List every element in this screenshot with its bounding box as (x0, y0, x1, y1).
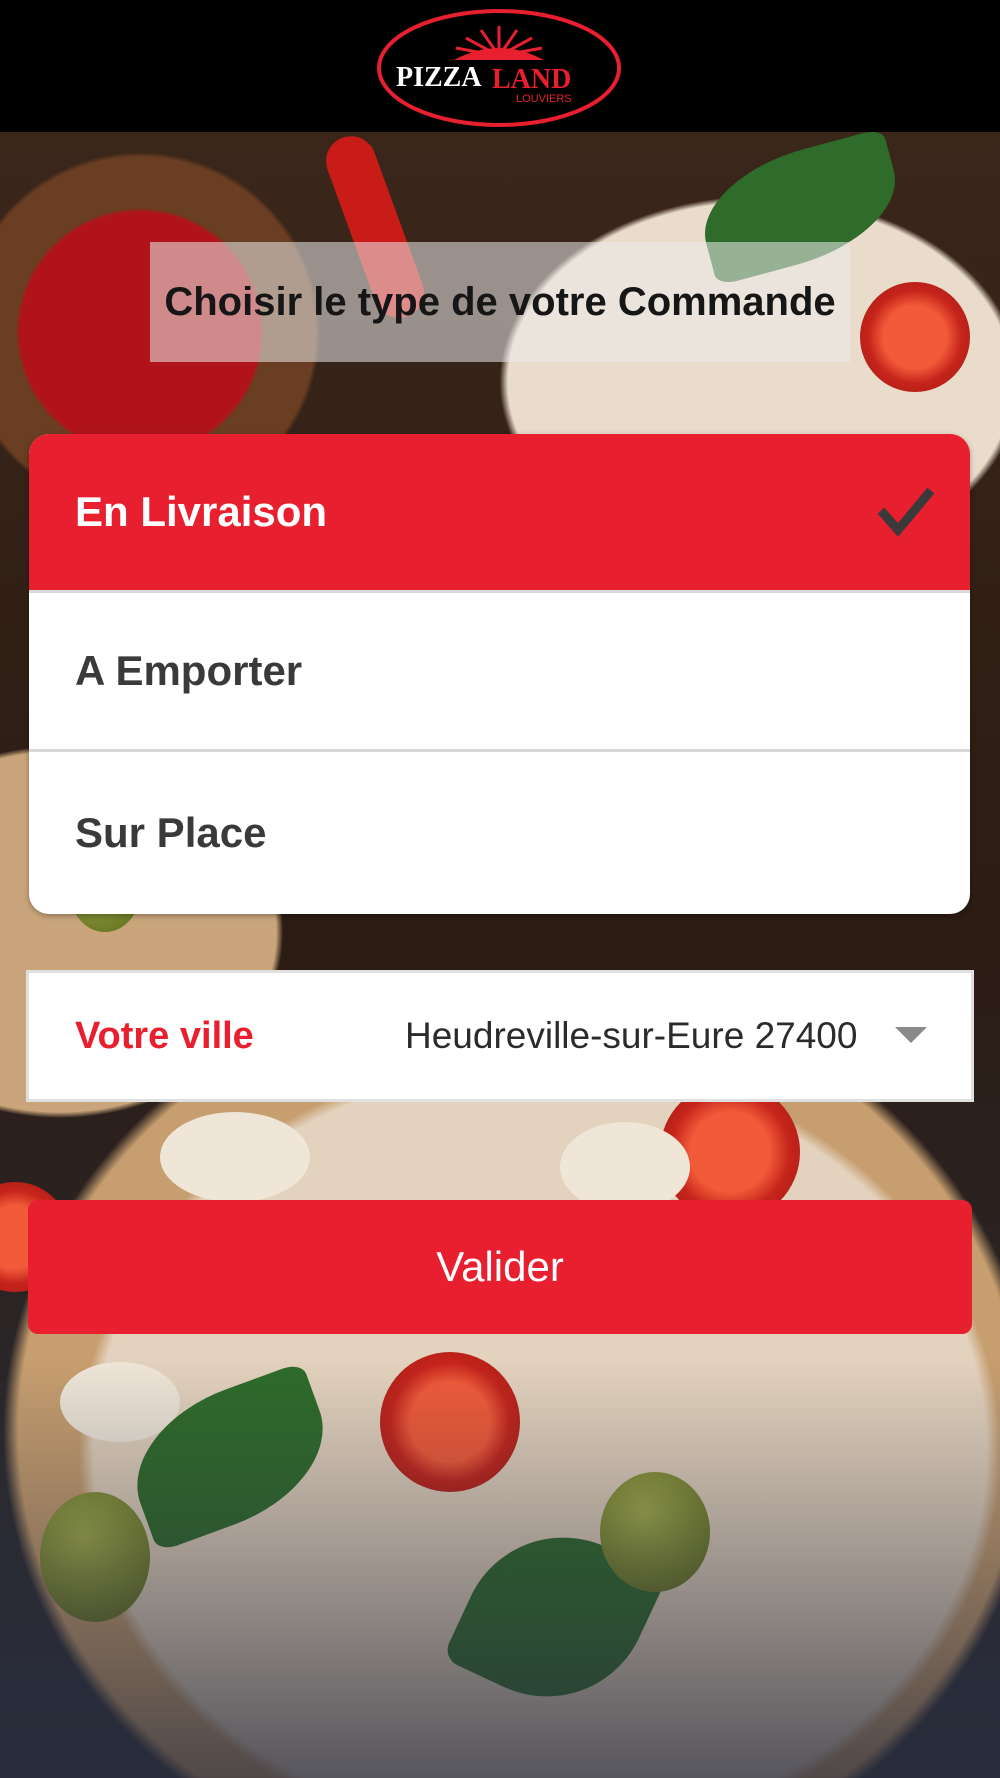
logo-word-pizza: PIZZA (396, 62, 482, 93)
page-title: Choisir le type de votre Commande (164, 279, 836, 324)
option-en-livraison[interactable]: En Livraison (29, 434, 970, 593)
city-value: Heudreville-sur-Eure 27400 (405, 1015, 858, 1056)
option-label: Sur Place (75, 809, 267, 856)
app-header: PIZZA LAND LOUVIERS (0, 0, 1000, 132)
option-a-emporter[interactable]: A Emporter (29, 593, 970, 752)
option-label: A Emporter (75, 647, 303, 694)
logo-word-land: LAND (492, 64, 571, 95)
pizzaland-logo: PIZZA LAND LOUVIERS (377, 9, 621, 127)
city-select[interactable]: Votre ville Heudreville-sur-Eure 27400 (26, 970, 974, 1102)
option-label: En Livraison (75, 488, 328, 535)
background-pizza-image (0, 132, 1000, 1778)
valider-button[interactable]: Valider (28, 1200, 972, 1334)
check-icon (878, 487, 934, 537)
logo-subtitle: LOUVIERS (516, 93, 572, 105)
option-sur-place[interactable]: Sur Place (29, 752, 970, 914)
chevron-down-icon[interactable] (895, 1027, 927, 1043)
order-type-list: En Livraison A Emporter Sur Place (29, 434, 970, 914)
city-label: Votre ville (75, 1014, 254, 1057)
page-title-box: Choisir le type de votre Commande (150, 242, 850, 362)
